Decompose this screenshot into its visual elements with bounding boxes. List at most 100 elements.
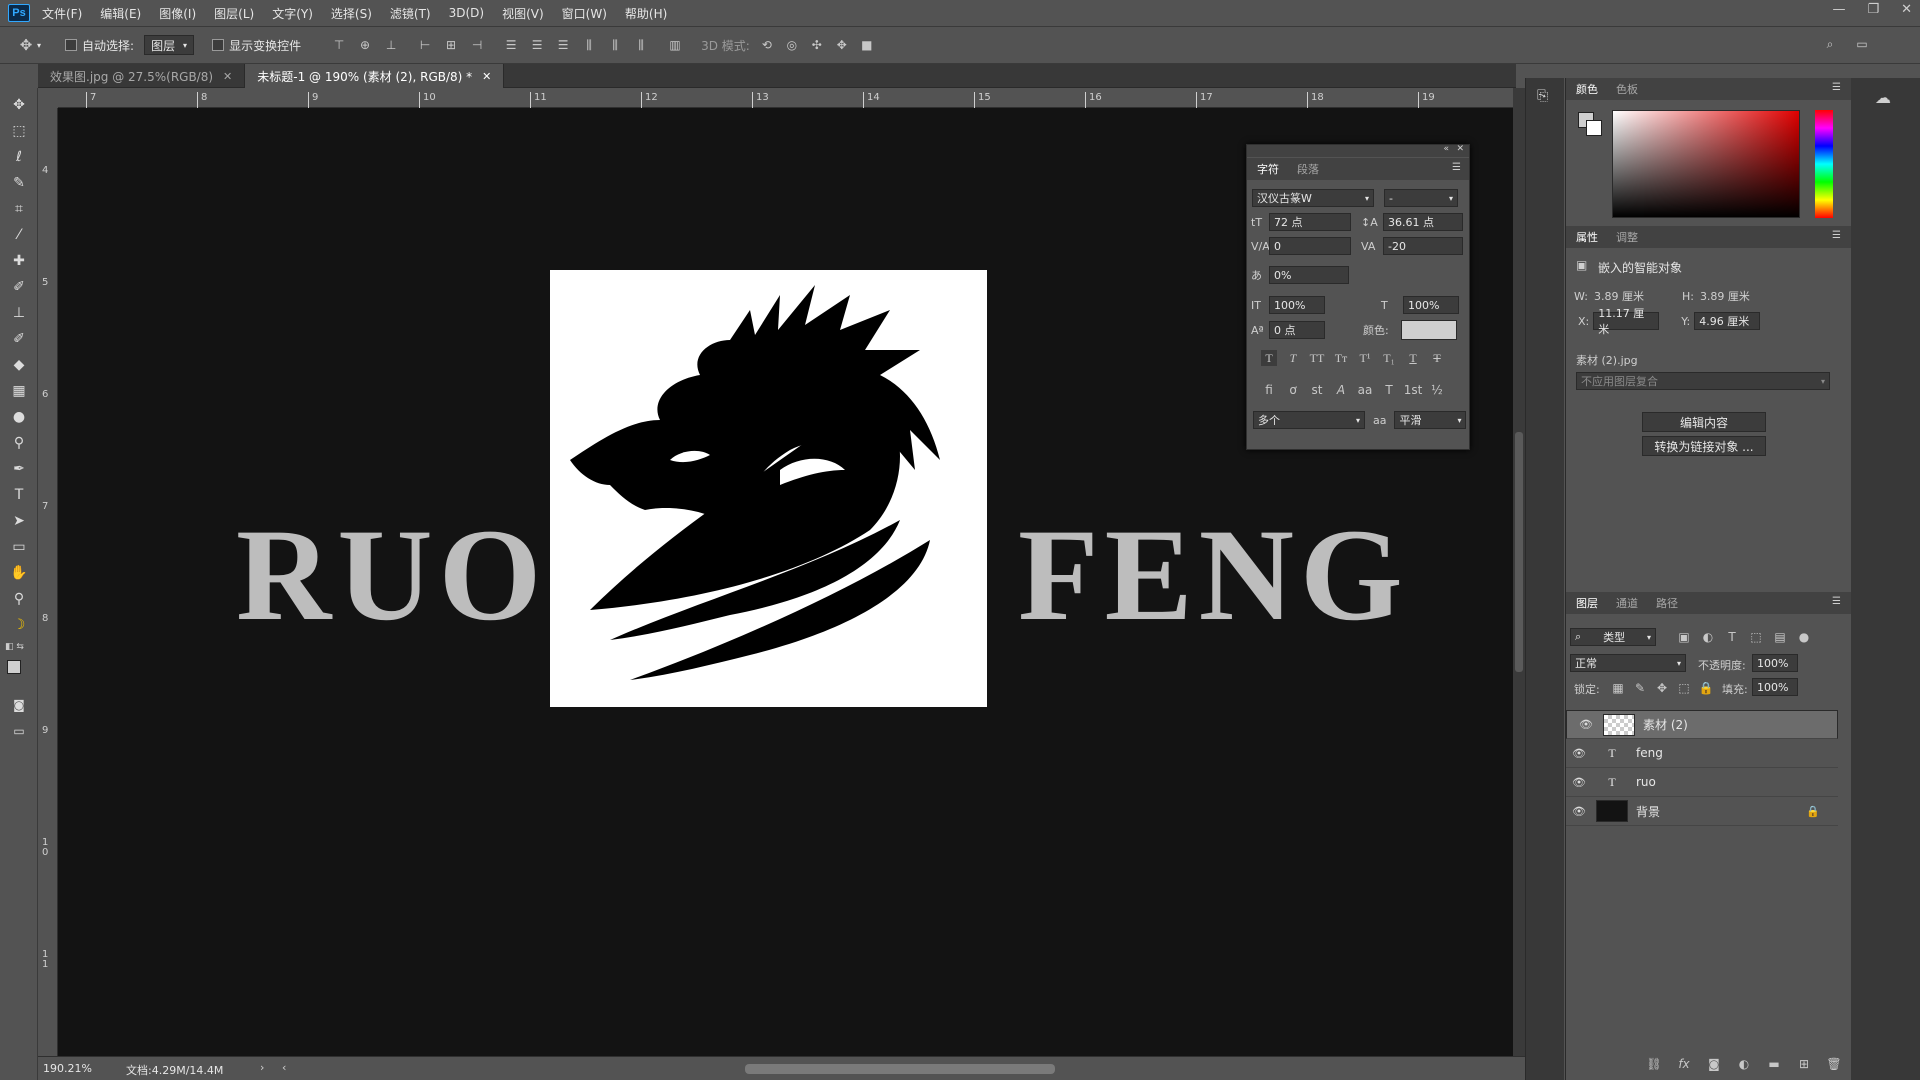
color-picker-field[interactable] [1612,110,1800,218]
menu-window[interactable]: 窗口(W) [562,5,607,22]
superscript-icon[interactable]: T¹ [1357,350,1373,366]
menu-image[interactable]: 图像(I) [159,5,196,22]
search-icon[interactable]: ⌕ [1822,36,1838,52]
align-left-icon[interactable]: ⊢ [417,37,433,53]
leading-field[interactable]: 36.61 点 [1383,213,1463,231]
3d-slide-icon[interactable]: ✥ [834,37,850,53]
workspace-icon[interactable]: ▭ [1854,36,1870,52]
baseline-field[interactable]: 0 点 [1269,321,1325,339]
smart-object-image[interactable] [550,270,987,707]
eye-icon[interactable]: 👁 [1573,718,1599,731]
faux-bold-icon[interactable]: T [1261,350,1277,366]
3d-drag-icon[interactable]: ✣ [809,37,825,53]
lock-transparent-icon[interactable]: ▦ [1610,680,1626,696]
type-tool-icon[interactable]: T [8,484,30,506]
zoom-tool-icon[interactable]: ⚲ [8,588,30,610]
eye-icon[interactable]: 👁 [1566,747,1592,760]
tab-layers[interactable]: 图层 [1576,595,1598,611]
align-right-icon[interactable]: ⊣ [469,37,485,53]
fraction-icon[interactable]: ½ [1429,382,1445,398]
hue-slider[interactable] [1815,110,1833,218]
panel-menu-icon[interactable]: ☰ [1832,82,1841,93]
scroll-left-icon[interactable]: ‹ [282,1061,286,1074]
quick-select-tool-icon[interactable]: ✎ [8,172,30,194]
crop-tool-icon[interactable]: ⌗ [8,198,30,220]
minimize-icon[interactable]: — [1832,2,1845,17]
restore-icon[interactable]: ❐ [1867,2,1879,17]
distribute-right-icon[interactable]: ⫼ [633,37,649,53]
add-mask-icon[interactable]: ◙ [1706,1056,1722,1072]
distribute-left-icon[interactable]: ⫼ [581,37,597,53]
menu-filter[interactable]: 滤镜(T) [390,5,431,22]
lock-all-icon[interactable]: 🔒 [1698,680,1714,696]
eraser-tool-icon[interactable]: ◆ [8,354,30,376]
pen-tool-icon[interactable]: ✒ [8,458,30,480]
screen-mode-icon[interactable]: ▭ [8,720,30,742]
menu-edit[interactable]: 编辑(E) [100,5,141,22]
faux-italic-icon[interactable]: T [1285,350,1301,366]
align-vcenter-icon[interactable]: ⊕ [357,37,373,53]
menu-view[interactable]: 视图(V) [502,5,544,22]
trash-icon[interactable]: 🗑 [1826,1056,1842,1072]
vertical-scale-field[interactable]: 100% [1269,296,1325,314]
history-brush-tool-icon[interactable]: ✐ [8,328,30,350]
panel-menu-icon[interactable]: ☰ [1832,596,1841,607]
background-color-swatch[interactable] [1586,120,1602,136]
layer-filter-dropdown[interactable]: ⌕ 类型 ▾ [1570,628,1656,646]
move-tool-icon[interactable]: ✥ [8,94,30,116]
width-value[interactable]: 3.89 厘米 [1594,288,1676,304]
3d-roll-icon[interactable]: ◎ [784,37,800,53]
tab-paths[interactable]: 路径 [1656,595,1678,611]
panel-menu-icon[interactable]: ☰ [1832,230,1841,241]
horizontal-scale-field[interactable]: 100% [1403,296,1459,314]
layer-row-background[interactable]: 👁 背景 🔒 [1566,797,1838,826]
language-dropdown[interactable]: 多个 ▾ [1253,411,1365,429]
text-color-swatch[interactable] [1401,320,1457,340]
blur-tool-icon[interactable]: ● [8,406,30,428]
chevron-right-icon[interactable]: › [260,1061,264,1074]
hand-tool-icon[interactable]: ✋ [8,562,30,584]
move-tool-preset[interactable]: ✥ ▾ [18,36,41,54]
font-family-dropdown[interactable]: 汉仪古篆W ▾ [1252,189,1374,207]
filter-adjustment-icon[interactable]: ◐ [1700,629,1716,645]
distribute-hcenter-icon[interactable]: ⫼ [607,37,623,53]
filter-type-icon[interactable]: T [1724,629,1740,645]
filter-toggle-icon[interactable]: ● [1796,629,1812,645]
vertical-scrollbar[interactable] [1513,88,1525,1056]
vertical-scroll-thumb[interactable] [1515,432,1523,672]
healing-tool-icon[interactable]: ✚ [8,250,30,272]
anti-alias-dropdown[interactable]: 平滑 ▾ [1394,411,1467,429]
horizontal-scroll-thumb[interactable] [745,1064,1055,1074]
convert-to-linked-button[interactable]: 转换为链接对象 ... [1642,436,1766,456]
panel-menu-icon[interactable]: ☰ [1452,162,1461,173]
tab-adjustments[interactable]: 调整 [1616,229,1638,245]
foreground-color-swatch[interactable] [7,660,21,674]
new-layer-icon[interactable]: ⊞ [1796,1056,1812,1072]
gradient-tool-icon[interactable]: ▦ [8,380,30,402]
tracking-field[interactable]: -20 [1383,237,1463,255]
align-bottom-icon[interactable]: ⊥ [383,37,399,53]
rectangle-tool-icon[interactable]: ▭ [8,536,30,558]
align-hcenter-icon[interactable]: ⊞ [443,37,459,53]
collapse-icon[interactable]: « [1443,144,1449,154]
kerning-field[interactable]: 0 [1269,237,1351,255]
stylistic-alt-icon[interactable]: aa [1357,382,1373,398]
path-select-tool-icon[interactable]: ➤ [8,510,30,532]
all-caps-icon[interactable]: TT [1309,350,1325,366]
tab-doc-effect[interactable]: 效果图.jpg @ 27.5%(RGB/8) ✕ [38,64,246,88]
distribute-bottom-icon[interactable]: ☰ [555,37,571,53]
brush-tool-icon[interactable]: ✐ [8,276,30,298]
3d-scale-icon[interactable]: ■ [859,37,875,53]
x-position-field[interactable]: 11.17 厘米 [1593,307,1660,336]
height-value[interactable]: 3.89 厘米 [1700,288,1750,304]
close-icon[interactable]: ✕ [482,70,491,83]
eye-icon[interactable]: 👁 [1566,805,1592,818]
new-group-icon[interactable]: ▬ [1766,1056,1782,1072]
link-layers-icon[interactable]: ⛓ [1646,1056,1662,1072]
tab-color[interactable]: 颜色 [1576,81,1598,97]
eye-icon[interactable]: 👁 [1566,776,1592,789]
history-panel-icon[interactable]: ⎘ [1537,88,1548,104]
tab-properties[interactable]: 属性 [1576,229,1598,245]
marquee-tool-icon[interactable]: ⬚ [8,120,30,142]
close-icon[interactable]: ✕ [1901,2,1912,17]
